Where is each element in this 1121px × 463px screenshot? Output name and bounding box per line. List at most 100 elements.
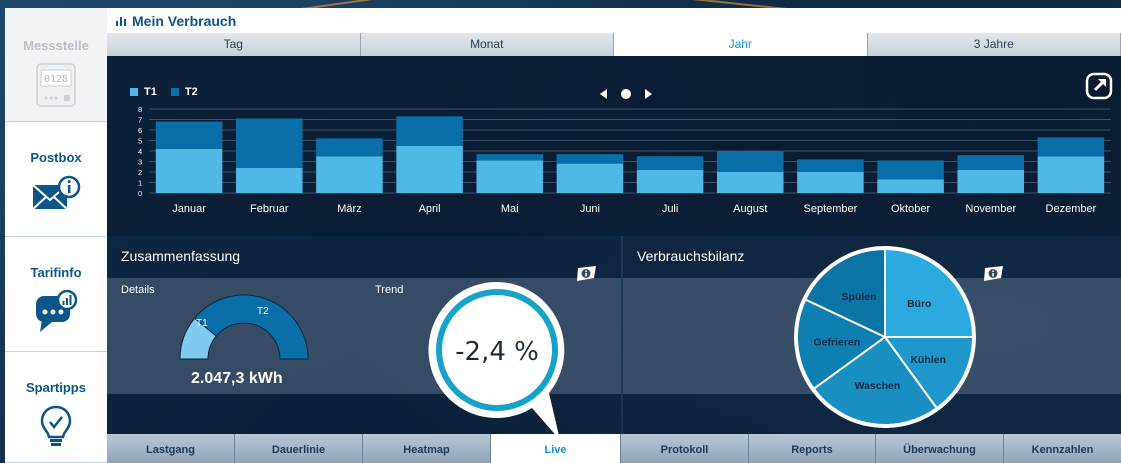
trend-label: Trend	[375, 284, 404, 296]
y-tick-label: 4	[138, 147, 142, 156]
x-tick-label: April	[419, 203, 441, 215]
x-tick-label: Mai	[501, 203, 519, 215]
chart-legend: T1 T2	[130, 86, 198, 98]
x-tick-label: Juli	[662, 203, 679, 215]
bar-t1-august[interactable]	[716, 172, 784, 193]
legend-item-t1[interactable]: T1	[130, 86, 157, 98]
tab-monat[interactable]: Monat	[360, 33, 614, 56]
bar-t2-november[interactable]	[957, 155, 1025, 170]
tab-jahr[interactable]: Jahr	[614, 33, 868, 56]
bar-t2-januar[interactable]	[155, 121, 223, 149]
period-tabs: Tag Monat Jahr 3 Jahre	[107, 33, 1121, 56]
y-tick-label: 0	[138, 189, 142, 198]
pie-label: Kühlen	[910, 354, 946, 366]
bottom-tabs: Lastgang Dauerlinie Heatmap Live Protoko…	[107, 434, 1121, 463]
balance-panel: Verbrauchsbilanz Büro Kühlen Waschen Gefrie…	[623, 236, 1121, 434]
tab-reports[interactable]: Reports	[749, 434, 876, 463]
y-tick-label: 7	[138, 116, 142, 125]
trend-bubble[interactable]: -2,4 %	[427, 280, 577, 450]
bar-t2-mai[interactable]	[476, 154, 544, 161]
y-tick-label: 1	[138, 179, 142, 188]
pie-label: Büro	[907, 298, 932, 310]
sidebar-item-spartipps[interactable]: Spartipps	[5, 352, 107, 463]
consumption-chart: T1 T2 0 1 2 3 4 5 6 7 8 Januar Februar März April Mai…	[107, 56, 1121, 236]
y-tick-label: 3	[138, 158, 142, 167]
title-bar: Mein Verbrauch	[107, 8, 1121, 33]
bar-t2-april[interactable]	[396, 116, 463, 146]
x-tick-label: Januar	[172, 203, 206, 215]
bar-t1-februar[interactable]	[235, 167, 303, 193]
sidebar-item-tarifinfo[interactable]: Tarifinfo	[5, 237, 107, 352]
chevron-right-icon[interactable]	[644, 89, 652, 99]
x-tick-label: Juni	[580, 203, 600, 215]
bar-t1-mai[interactable]	[476, 160, 544, 193]
bar-t2-oktober[interactable]	[877, 160, 944, 180]
tab-3-jahre[interactable]: 3 Jahre	[867, 33, 1121, 56]
x-tick-label: November	[965, 203, 1016, 215]
bar-t1-september[interactable]	[797, 172, 864, 193]
bar-t2-märz[interactable]	[316, 138, 383, 157]
sidebar-item-label: Tarifinfo	[30, 265, 82, 280]
bar-t2-dezember[interactable]	[1037, 137, 1105, 157]
bar-t1-märz[interactable]	[316, 156, 383, 193]
bar-t1-oktober[interactable]	[877, 179, 944, 193]
tariff-gauge[interactable]: T1 T2	[169, 284, 319, 364]
summary-panel: Zusammenfassung Details Trend T1 T2 2.04…	[107, 236, 621, 440]
bar-t2-juni[interactable]	[556, 154, 624, 164]
meter-digits: 0128	[44, 74, 68, 85]
bar-t2-august[interactable]	[716, 151, 784, 172]
gauge-label-t2: T2	[257, 306, 269, 317]
bar-t1-november[interactable]	[957, 169, 1025, 193]
page-title: Mein Verbrauch	[132, 12, 237, 29]
main-area: Mein Verbrauch Tag Monat Jahr 3 Jahre T1…	[107, 0, 1121, 463]
legend-swatch-t2	[170, 88, 179, 96]
bar-t1-dezember[interactable]	[1037, 156, 1105, 193]
x-tick-label: August	[733, 203, 767, 215]
chart-pager	[600, 88, 652, 100]
tab-live[interactable]: Live	[491, 434, 621, 463]
bar-t1-januar[interactable]	[155, 148, 223, 193]
tab-ueberwachung[interactable]: Überwachung	[876, 434, 1004, 463]
tab-dauerlinie[interactable]: Dauerlinie	[235, 434, 363, 463]
y-tick-label: 2	[138, 168, 142, 177]
bar-t2-september[interactable]	[797, 159, 864, 172]
gauge-total: 2.047,3 kWh	[191, 370, 283, 387]
consumption-pie[interactable]: Büro Kühlen Waschen Gefrieren Spülen	[790, 242, 980, 432]
export-icon[interactable]	[1085, 72, 1113, 100]
bar-t1-april[interactable]	[396, 145, 463, 193]
trend-value: -2,4 %	[455, 337, 539, 367]
y-tick-label: 8	[138, 105, 142, 114]
y-tick-label: 6	[138, 126, 142, 135]
info-icon[interactable]	[575, 266, 597, 282]
x-tick-label: September	[804, 203, 858, 215]
sidebar-item-postbox[interactable]: Postbox	[5, 122, 107, 237]
bar-chart-icon	[116, 16, 126, 26]
x-tick-label: März	[337, 203, 361, 215]
page-dot-icon[interactable]	[620, 88, 632, 100]
sidebar-item-messstelle[interactable]: Messstelle 0128	[5, 8, 107, 122]
bar-t2-februar[interactable]	[235, 118, 303, 168]
pie-label: Waschen	[855, 380, 901, 392]
x-tick-label: Oktober	[891, 203, 930, 215]
bar-t2-juli[interactable]	[636, 156, 704, 170]
tab-protokoll[interactable]: Protokoll	[621, 434, 749, 463]
gauge-segment-t2	[193, 294, 309, 360]
pie-slice-büro[interactable]	[884, 247, 975, 338]
tab-tag[interactable]: Tag	[107, 33, 361, 56]
pie-label: Spülen	[842, 291, 877, 303]
lightbulb-check-icon	[40, 405, 72, 446]
bar-t1-juni[interactable]	[556, 163, 624, 193]
bar-t1-juli[interactable]	[636, 169, 704, 193]
tab-kennzahlen[interactable]: Kennzahlen	[1004, 434, 1121, 463]
legend-item-t2[interactable]: T2	[170, 86, 198, 98]
pie-label: Gefrieren	[813, 337, 860, 349]
summary-title: Zusammenfassung	[121, 248, 241, 264]
info-icon[interactable]	[982, 266, 1004, 282]
gauge-label-t1: T1	[196, 318, 208, 329]
chevron-left-icon[interactable]	[600, 89, 608, 99]
sidebar-item-label: Messstelle	[23, 38, 89, 53]
legend-label: T2	[184, 86, 198, 98]
tab-lastgang[interactable]: Lastgang	[107, 434, 235, 463]
tab-heatmap[interactable]: Heatmap	[363, 434, 491, 463]
y-tick-label: 5	[138, 137, 142, 146]
